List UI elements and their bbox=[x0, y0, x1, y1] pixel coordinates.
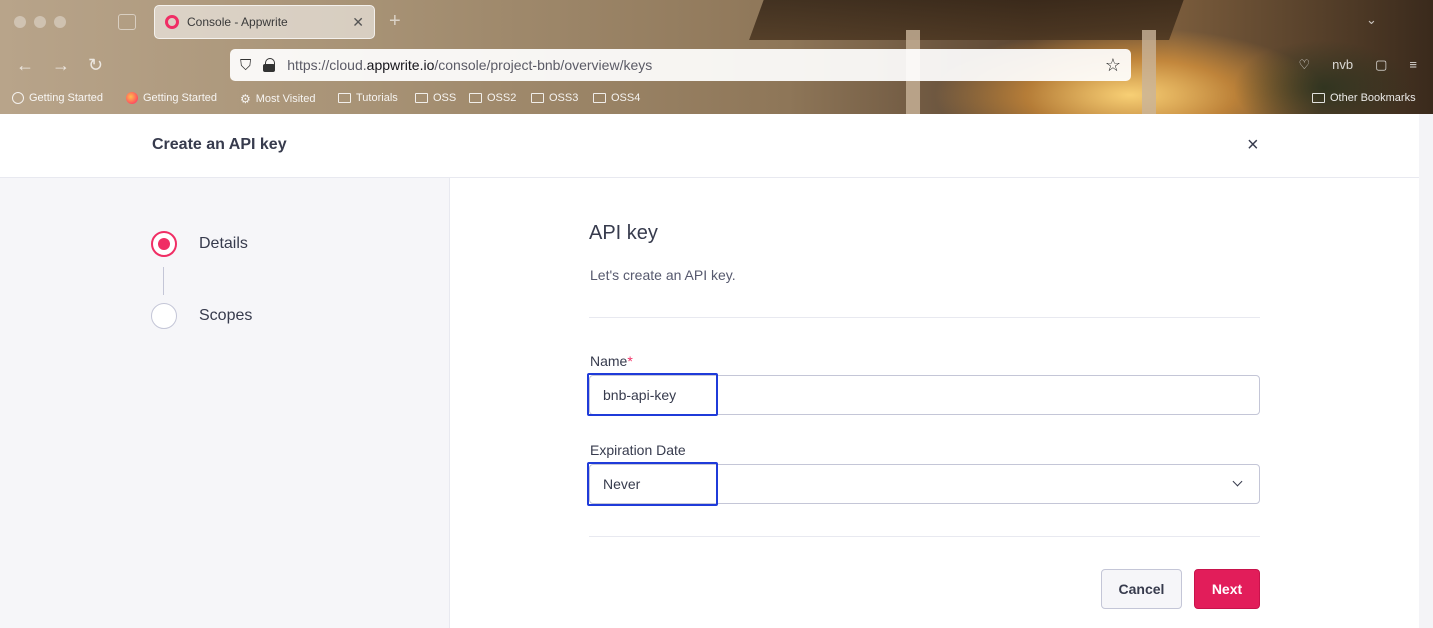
bookmark-item[interactable]: Getting Started bbox=[126, 92, 217, 104]
modal-header: Create an API key × bbox=[0, 114, 1419, 178]
folder-icon bbox=[531, 93, 544, 103]
other-bookmarks-folder[interactable]: Other Bookmarks bbox=[1312, 92, 1416, 104]
chevron-down-icon bbox=[1232, 476, 1243, 487]
expiration-date-select[interactable]: Never bbox=[589, 464, 1260, 504]
bookmark-item[interactable]: Getting Started bbox=[12, 92, 103, 104]
bookmark-label: Getting Started bbox=[29, 92, 103, 104]
tab-title: Console - Appwrite bbox=[187, 15, 288, 29]
close-icon[interactable]: × bbox=[1247, 134, 1259, 157]
divider bbox=[589, 536, 1260, 537]
address-bar[interactable]: ⛉ https://cloud.appwrite.io/console/proj… bbox=[230, 49, 1131, 81]
zoom-window-button[interactable] bbox=[54, 16, 66, 28]
step-details[interactable]: Details bbox=[151, 231, 248, 257]
step-label: Scopes bbox=[199, 307, 253, 324]
bookmark-folder[interactable]: Tutorials bbox=[338, 92, 398, 104]
modal-title: Create an API key bbox=[152, 136, 287, 153]
name-input[interactable] bbox=[589, 375, 1260, 415]
menu-icon[interactable]: ≡ bbox=[1409, 57, 1417, 73]
step-indicator-active bbox=[151, 231, 177, 257]
bookmark-label: OSS2 bbox=[487, 92, 517, 104]
browser-tab[interactable]: Console - Appwrite ✕ bbox=[154, 5, 375, 39]
bookmark-folder[interactable]: OSS bbox=[415, 92, 456, 104]
expiration-date-label: Expiration Date bbox=[590, 442, 686, 458]
forward-icon[interactable]: → bbox=[52, 55, 70, 76]
appwrite-favicon-icon bbox=[165, 15, 179, 29]
bookmark-star-icon[interactable]: ☆ bbox=[1105, 55, 1121, 76]
step-connector bbox=[163, 267, 164, 295]
background-roof bbox=[749, 0, 1191, 40]
window-controls[interactable] bbox=[14, 16, 66, 28]
step-label: Details bbox=[199, 235, 248, 252]
form-title: API key bbox=[589, 222, 658, 244]
reload-icon[interactable]: ↻ bbox=[88, 55, 103, 76]
back-icon[interactable]: ← bbox=[16, 55, 34, 76]
step-scopes[interactable]: Scopes bbox=[151, 303, 252, 329]
folder-icon bbox=[338, 93, 351, 103]
list-all-tabs-icon[interactable]: ⌄ bbox=[1366, 12, 1377, 28]
browser-chrome: Console - Appwrite ✕ + ⌄ ← → ↻ ⛉ https:/… bbox=[0, 0, 1433, 114]
form-description: Let's create an API key. bbox=[590, 267, 736, 283]
tab-manager-icon[interactable] bbox=[118, 14, 136, 30]
step-indicator bbox=[151, 303, 177, 329]
bookmark-folder[interactable]: OSS4 bbox=[593, 92, 640, 104]
bookmark-folder[interactable]: OSS2 bbox=[469, 92, 516, 104]
folder-icon bbox=[593, 93, 606, 103]
name-label: Name* bbox=[590, 353, 633, 369]
expiration-date-value: Never bbox=[603, 476, 641, 492]
folder-icon bbox=[469, 93, 482, 103]
lock-icon[interactable] bbox=[263, 58, 276, 72]
folder-icon bbox=[415, 93, 428, 103]
cancel-button[interactable]: Cancel bbox=[1101, 569, 1182, 609]
globe-icon bbox=[12, 92, 24, 104]
url-path: /console/project-bnb/overview/keys bbox=[434, 57, 653, 73]
browser-toolbar: ♡ nvb ▢ ≡ bbox=[1298, 57, 1417, 73]
bookmark-label: Tutorials bbox=[356, 92, 398, 104]
tab-close-icon[interactable]: ✕ bbox=[352, 14, 364, 31]
url-text[interactable]: https://cloud.appwrite.io/console/projec… bbox=[287, 57, 1105, 73]
pocket-icon[interactable]: ♡ bbox=[1298, 57, 1310, 73]
new-tab-icon[interactable]: + bbox=[389, 10, 401, 33]
bookmark-label: Most Visited bbox=[255, 93, 316, 105]
bookmark-folder[interactable]: OSS3 bbox=[531, 92, 578, 104]
firefox-icon bbox=[126, 92, 138, 104]
folder-icon bbox=[1312, 93, 1325, 103]
url-prefix: https://cloud. bbox=[287, 57, 367, 73]
extensions-icon[interactable]: ▢ bbox=[1375, 57, 1387, 73]
bookmark-item[interactable]: ⚙ Most Visited bbox=[240, 92, 315, 106]
tracking-protection-shield-icon[interactable]: ⛉ bbox=[240, 57, 251, 74]
required-marker: * bbox=[627, 353, 633, 369]
steps-sidebar: Details Scopes bbox=[0, 178, 450, 628]
bookmark-label: OSS bbox=[433, 92, 457, 104]
bookmark-label: OSS4 bbox=[611, 92, 641, 104]
account-avatar[interactable]: nvb bbox=[1332, 57, 1353, 73]
bookmark-label: OSS3 bbox=[549, 92, 579, 104]
url-domain: appwrite.io bbox=[366, 57, 435, 73]
name-label-text: Name bbox=[590, 353, 628, 369]
bookmark-label: Other Bookmarks bbox=[1330, 92, 1416, 104]
minimize-window-button[interactable] bbox=[34, 16, 46, 28]
scrollbar[interactable] bbox=[1419, 114, 1433, 628]
close-window-button[interactable] bbox=[14, 16, 26, 28]
bookmark-label: Getting Started bbox=[143, 92, 217, 104]
next-button[interactable]: Next bbox=[1194, 569, 1260, 609]
divider bbox=[589, 317, 1260, 318]
gear-icon: ⚙ bbox=[240, 92, 251, 106]
bookmarks-toolbar: Getting Started Getting Started ⚙ Most Vi… bbox=[12, 92, 1422, 108]
